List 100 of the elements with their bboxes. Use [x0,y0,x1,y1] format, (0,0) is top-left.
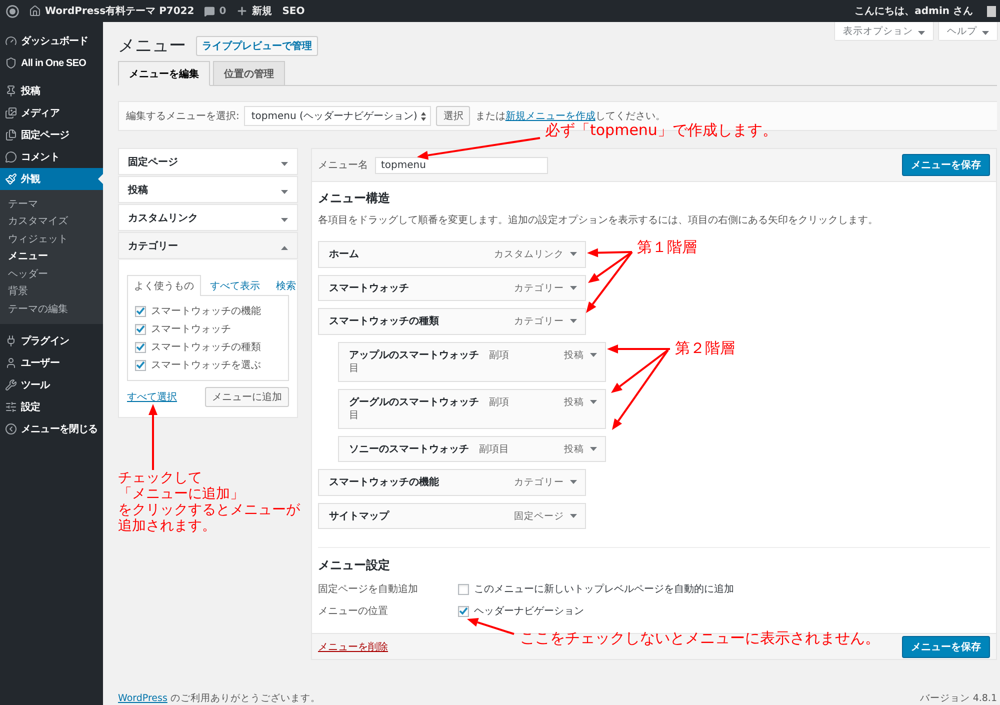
sliders-icon [5,400,17,412]
checkbox[interactable] [458,606,469,616]
submenu-item[interactable]: ヘッダー [0,265,103,282]
checkbox[interactable] [135,306,146,316]
sidebar-item[interactable]: メディア [0,102,103,124]
sidebar-item[interactable]: プラグイン [0,330,103,352]
menu-item[interactable]: スマートウォッチの種類 カテゴリー [318,308,586,334]
menu-item-type: 投稿 [564,442,584,456]
checkbox-label: スマートウォッチ [151,323,231,336]
menu-name-label: メニュー名 [318,159,368,172]
checkbox[interactable] [135,342,146,352]
setting-label: 固定ページを自動追加 [318,582,419,596]
footer-thanks: WordPress のご利用ありがとうございます。 [118,693,320,705]
sidebar-item[interactable]: ツール [0,374,103,396]
accordion-header[interactable]: 固定ページ [118,148,298,175]
caret-icon [982,31,989,35]
menu-item[interactable]: ソニーのスマートウォッチ 副項目 投稿 [338,436,606,462]
arrow [467,618,514,635]
screen-option-button[interactable]: 表示オプション [835,22,933,40]
menu-item[interactable]: アップルのスマートウォッチ 副項目 投稿 [338,342,606,382]
setting-label: メニューの位置 [318,604,389,618]
checkbox[interactable] [135,360,146,370]
sidebar-item[interactable]: メニューを閉じる [0,418,103,440]
checkbox-label: スマートウォッチの機能 [151,304,261,318]
annotation-text: をクリックするとメニューが [118,502,300,518]
accordion-header[interactable]: 投稿 [118,176,298,203]
wrench-icon [5,378,17,390]
checkbox[interactable] [458,584,469,594]
sidebar-item[interactable]: 固定ページ [0,124,103,146]
sidebar-item[interactable]: コメント [0,146,103,168]
menu-item-title: グーグルのスマートウォッチ 副項目 [349,396,510,422]
submenu-item[interactable]: カスタマイズ [0,212,103,230]
save-menu-button[interactable]: メニューを保存 [902,154,990,176]
menu-select[interactable]: topmenu (ヘッダーナビゲーション) [244,106,432,126]
caret-icon [590,352,597,356]
annotation-text: 「メニューに追加」 [118,486,245,502]
annotation-text: 追加されます。 [118,518,217,534]
tab[interactable]: 位置の管理 [213,61,285,86]
plus-icon[interactable] [236,5,248,17]
accordion-header[interactable]: カスタムリンク [118,204,298,231]
panel-tab[interactable]: すべて表示 [203,275,267,296]
annotation-text: チェックして [118,470,203,486]
submenu-item[interactable]: 背景 [0,282,103,300]
sidebar-item[interactable]: All in One SEO [0,52,103,74]
annotation-text: ここをチェックしないとメニューに表示されません。 [520,630,880,648]
submenu-item[interactable]: テーマ [0,195,103,212]
sidebar-item[interactable]: 設定 [0,396,103,418]
checkbox-label: このメニューに新しいトップレベルページを自動的に追加 [474,582,734,596]
site-name-link[interactable]: WordPress有料テーマ P7022 [45,4,194,18]
menu-item-type: カテゴリー [514,315,564,328]
menu-item[interactable]: グーグルのスマートウォッチ 副項目 投稿 [338,388,606,428]
comment-count[interactable]: 0 [219,6,226,16]
menu-item[interactable]: スマートウォッチの機能 カテゴリー [318,469,586,496]
caret-icon [570,319,577,323]
menu-item[interactable]: ホーム カスタムリンク [318,241,586,268]
sidebar-item[interactable]: 投稿 [0,80,103,102]
panel-tab[interactable]: よく使うもの [127,275,201,296]
avatar[interactable] [987,6,996,16]
pages-icon [5,129,17,141]
updown-icon [421,112,426,120]
menu-item-title: スマートウォッチの機能 [329,476,440,490]
select-all-link[interactable]: すべて選択 [127,390,177,404]
add-to-menu-button[interactable]: メニューに追加 [205,387,289,407]
caret-icon [918,31,925,35]
menu-item-title: ホーム [329,248,360,262]
wordpress-link[interactable]: WordPress [118,693,168,704]
create-menu-link[interactable]: 新規メニューを作成 [505,111,596,122]
sidebar-item[interactable]: ダッシュボード [0,30,103,52]
sidebar-item[interactable]: 外観 [0,168,103,190]
menu-item-title: サイトマップ [329,510,390,523]
menu-item-type: 固定ページ [514,510,564,523]
comment-icon[interactable] [204,6,216,16]
select-button[interactable]: 選択 [436,106,470,126]
annotation-text: 第１階層 [637,239,697,256]
new-link[interactable]: 新規 [252,4,272,18]
menu-name-field[interactable]: topmenu [375,156,548,174]
caret-icon [570,514,577,518]
sidebar-item[interactable]: ユーザー [0,352,103,374]
delete-menu-link[interactable]: メニューを削除 [318,640,388,654]
save-menu-button[interactable]: メニューを保存 [902,636,990,658]
submenu-item[interactable]: テーマの編集 [0,300,103,318]
panel-tab[interactable]: 検索 [269,275,303,296]
create-menu-hint: または新規メニューを作成 してください。 [475,110,666,122]
checkbox-label: スマートウォッチを選ぶ [151,359,261,372]
caret-icon [570,286,577,290]
arrow [148,404,158,470]
home-icon[interactable] [29,5,41,17]
seo-link[interactable]: SEO [282,6,305,16]
images-icon [5,107,17,119]
menu-item[interactable]: スマートウォッチ カテゴリー [318,274,586,301]
accordion-header[interactable]: カテゴリー [118,232,298,259]
checkbox[interactable] [135,324,146,334]
logo-icon[interactable] [6,4,19,18]
menu-item[interactable]: サイトマップ 固定ページ [318,502,586,529]
live-preview-button[interactable]: ライブプレビューで管理 [196,36,318,56]
submenu-item[interactable]: ウィジェット [0,230,103,248]
screen-option-button[interactable]: ヘルプ [939,22,997,40]
greeting-link[interactable]: こんにちは、admin さん [854,4,973,18]
submenu-item[interactable]: メニュー [0,248,103,265]
tab[interactable]: メニューを編集 [118,61,210,86]
